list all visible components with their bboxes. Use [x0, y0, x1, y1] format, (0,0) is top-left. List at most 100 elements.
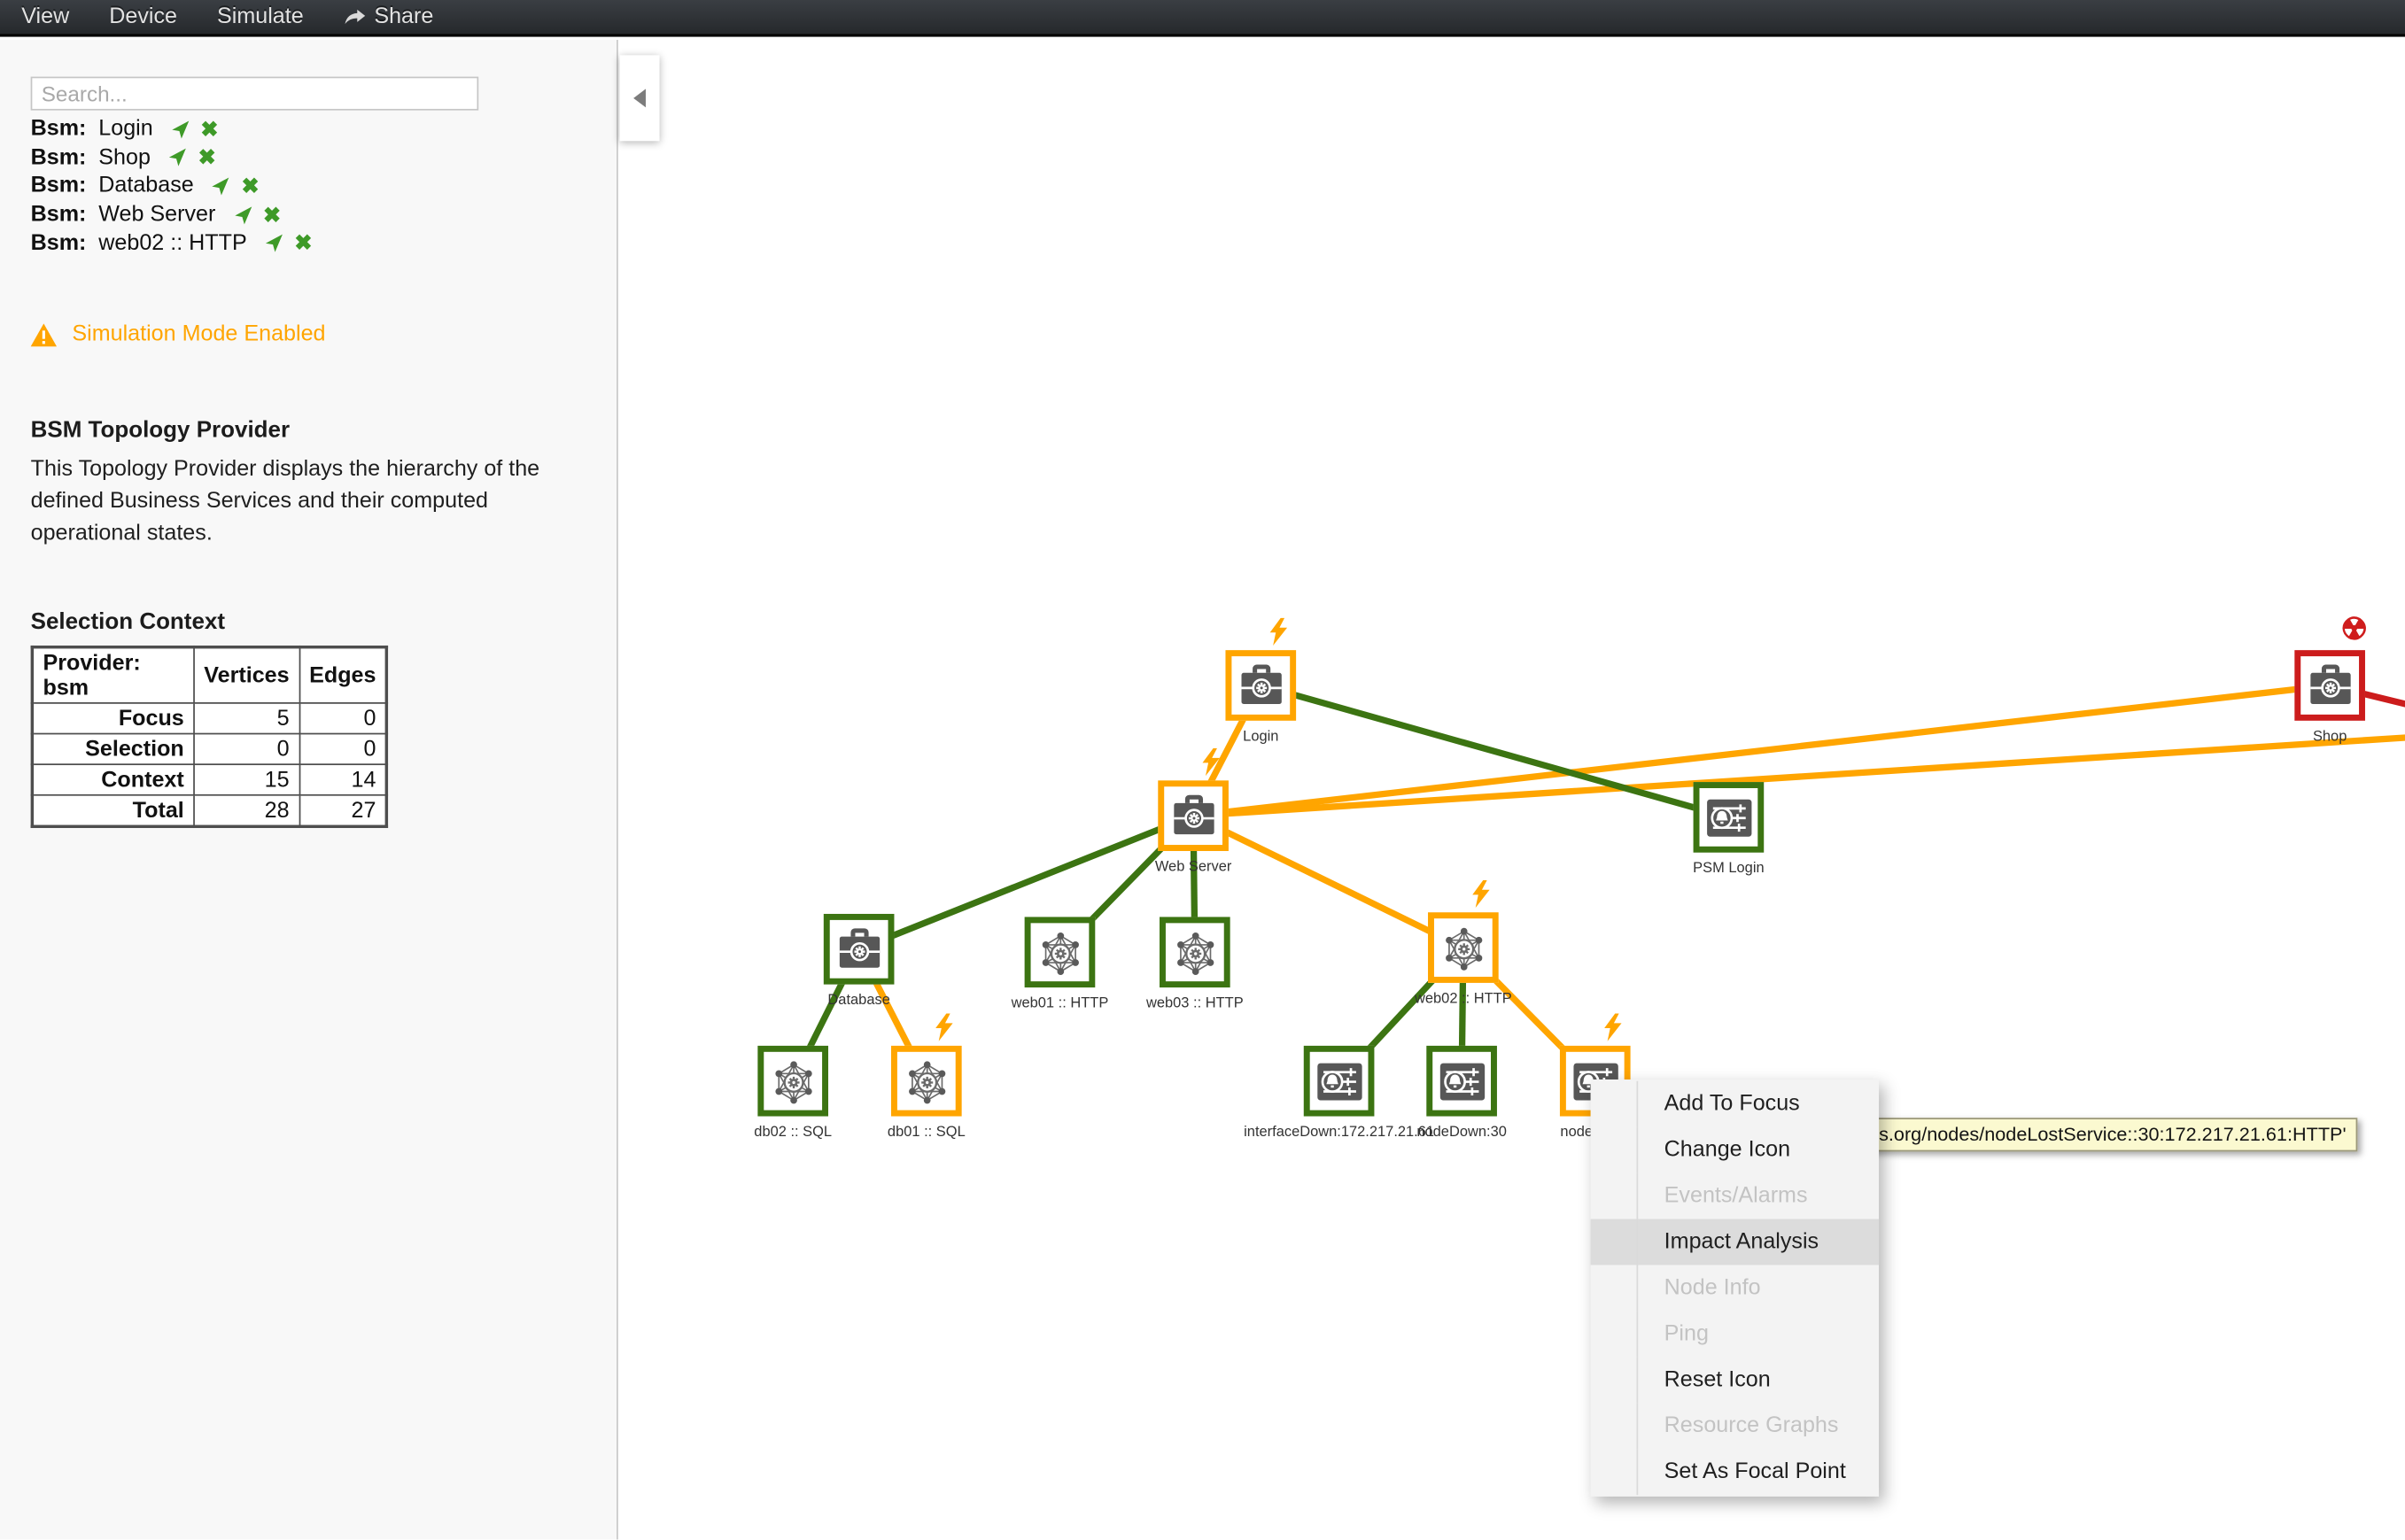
context-menu-item-set-as-focal-point[interactable]: Set As Focal Point [1591, 1449, 1880, 1495]
topology-canvas[interactable] [620, 40, 2405, 1539]
selection-context-title: Selection Context [31, 608, 389, 634]
graph-node-web03[interactable] [1160, 917, 1230, 987]
menubar-item-label: Simulate [217, 4, 304, 29]
lightning-bolt-icon [934, 1014, 954, 1049]
graph-node-shop[interactable] [2294, 650, 2365, 721]
focal-item-database: Bsm:Database✖ [31, 172, 313, 200]
graph-node-webserver[interactable] [1158, 780, 1229, 851]
molecule-icon [769, 1057, 817, 1105]
screenshot-root: ViewDeviceSimulateShare Bsm:Login✖Bsm:Sh… [0, 0, 2405, 1540]
node-label-db01: db01 :: SQL [888, 1124, 966, 1141]
remove-from-focus-icon[interactable]: ✖ [263, 205, 281, 225]
menubar-item-share[interactable]: Share [344, 4, 434, 29]
graph-node-nodedown[interactable] [1426, 1046, 1497, 1117]
remove-from-focus-icon[interactable]: ✖ [294, 233, 312, 253]
graph-node-db02[interactable] [757, 1046, 828, 1117]
navigate-to-focus-icon[interactable] [167, 148, 188, 168]
value-cell: 14 [299, 764, 387, 795]
selection-context: Selection Context Provider: bsmVerticesE… [31, 608, 389, 828]
focal-point-list: Bsm:Login✖Bsm:Shop✖Bsm:Database✖Bsm:Web … [31, 115, 313, 258]
focal-item-web02-http: Bsm: web02 :: HTTP ✖ [31, 229, 313, 258]
focal-item-prefix: Bsm: [31, 231, 87, 256]
graph-node-psmlogin[interactable] [1694, 782, 1765, 853]
navigate-to-focus-icon[interactable] [211, 176, 231, 197]
alarm-icon [1315, 1057, 1363, 1105]
remove-from-focus-icon[interactable]: ✖ [198, 148, 216, 168]
graph-node-login[interactable] [1225, 650, 1296, 721]
focal-item-name: Web Server [98, 203, 215, 228]
focal-item-shop: Bsm: Shop ✖ [31, 143, 313, 172]
lightning-bolt-icon [1471, 880, 1492, 916]
selection-context-table: Provider: bsmVerticesEdgesFocus50Selecti… [31, 646, 389, 828]
context-menu-item-impact-analysis[interactable]: Impact Analysis [1591, 1219, 1880, 1265]
graph-node-ifdown[interactable] [1304, 1046, 1375, 1117]
menubar-item-device[interactable]: Device [109, 4, 177, 29]
table-row: Selection00 [32, 734, 386, 765]
value-cell: 0 [299, 703, 387, 734]
remove-from-focus-icon[interactable]: ✖ [200, 120, 218, 140]
table-header-cell: Vertices [194, 647, 299, 703]
remove-from-focus-icon[interactable]: ✖ [241, 176, 259, 197]
briefcase-icon [2306, 662, 2354, 709]
lightning-bolt-icon [1602, 1014, 1623, 1049]
graph-node-web01[interactable] [1025, 917, 1096, 987]
share-arrow-icon [344, 8, 367, 27]
table-row: Focus50 [32, 703, 386, 734]
graph-node-db01[interactable] [891, 1046, 962, 1117]
value-cell: 28 [194, 795, 299, 826]
context-menu: Add To FocusChange IconEvents/AlarmsImpa… [1591, 1080, 1880, 1497]
molecule-icon [1171, 928, 1219, 976]
context-menu-item-ping: Ping [1591, 1311, 1880, 1357]
value-cell: 5 [194, 703, 299, 734]
focal-item-prefix: Bsm: [31, 145, 87, 170]
menubar-item-simulate[interactable]: Simulate [217, 4, 304, 29]
graph-node-database[interactable] [824, 914, 895, 985]
navigate-to-focus-icon[interactable] [232, 205, 252, 225]
context-menu-item-change-icon[interactable]: Change Icon [1591, 1127, 1880, 1173]
focal-item-web-server: Bsm:Web Server✖ [31, 200, 313, 228]
node-label-web01: web01 :: HTTP [1012, 995, 1109, 1012]
opennms-topology-app: ViewDeviceSimulateShare Bsm:Login✖Bsm:Sh… [0, 0, 2405, 1539]
navigate-to-focus-icon[interactable] [170, 120, 190, 140]
menubar-item-label: Device [109, 4, 177, 29]
context-menu-item-resource-graphs: Resource Graphs [1591, 1403, 1880, 1449]
radiation-icon: ☢ [2340, 616, 2368, 644]
menubar-item-view[interactable]: View [21, 4, 69, 29]
molecule-icon [1439, 924, 1487, 971]
focal-item-prefix: Bsm: [31, 117, 87, 142]
row-label-cell: Selection [32, 734, 194, 765]
node-label-ifdown: interfaceDown:172.217.21.61 [1244, 1124, 1434, 1141]
focal-item-login: Bsm:Login✖ [31, 115, 313, 143]
menubar: View Device Simulate Share [0, 0, 2405, 37]
alarm-icon [1438, 1057, 1486, 1105]
navigate-to-focus-icon[interactable] [264, 233, 284, 253]
search-input[interactable] [31, 77, 479, 111]
context-menu-item-reset-icon[interactable]: Reset Icon [1591, 1357, 1880, 1403]
node-label-web02: web02 :: HTTP [1415, 991, 1512, 1008]
node-label-web03: web03 :: HTTP [1146, 995, 1244, 1012]
row-label-cell: Context [32, 764, 194, 795]
warning-triangle-icon [31, 322, 57, 345]
alarm-icon [1705, 793, 1753, 841]
tooltip: s.org/nodes/nodeLostService::30:172.217.… [1868, 1118, 2357, 1151]
focal-item-name: Shop [98, 145, 151, 170]
graph-node-web02[interactable] [1428, 912, 1499, 983]
table-row: Context1514 [32, 764, 386, 795]
lightning-bolt-icon [1201, 748, 1222, 784]
sidebar: Bsm:Login✖Bsm:Shop✖Bsm:Database✖Bsm:Web … [0, 40, 618, 1539]
row-label-cell: Focus [32, 703, 194, 734]
node-label-db02: db02 :: SQL [754, 1124, 832, 1141]
context-menu-item-node-info: Node Info [1591, 1265, 1880, 1311]
sidebar-collapse-button[interactable] [620, 55, 660, 141]
table-row: Total2827 [32, 795, 386, 826]
node-label-database: Database [827, 992, 889, 1009]
molecule-icon [1036, 928, 1084, 976]
value-cell: 0 [194, 734, 299, 765]
focal-item-name: web02 :: HTTP [98, 231, 246, 256]
context-menu-item-add-to-focus[interactable]: Add To Focus [1591, 1081, 1880, 1127]
briefcase-icon [835, 925, 883, 973]
table-header-cell: Edges [299, 647, 387, 703]
context-menu-item-events-alarms: Events/Alarms [1591, 1173, 1880, 1219]
value-cell: 27 [299, 795, 387, 826]
collapse-left-icon [629, 84, 650, 112]
